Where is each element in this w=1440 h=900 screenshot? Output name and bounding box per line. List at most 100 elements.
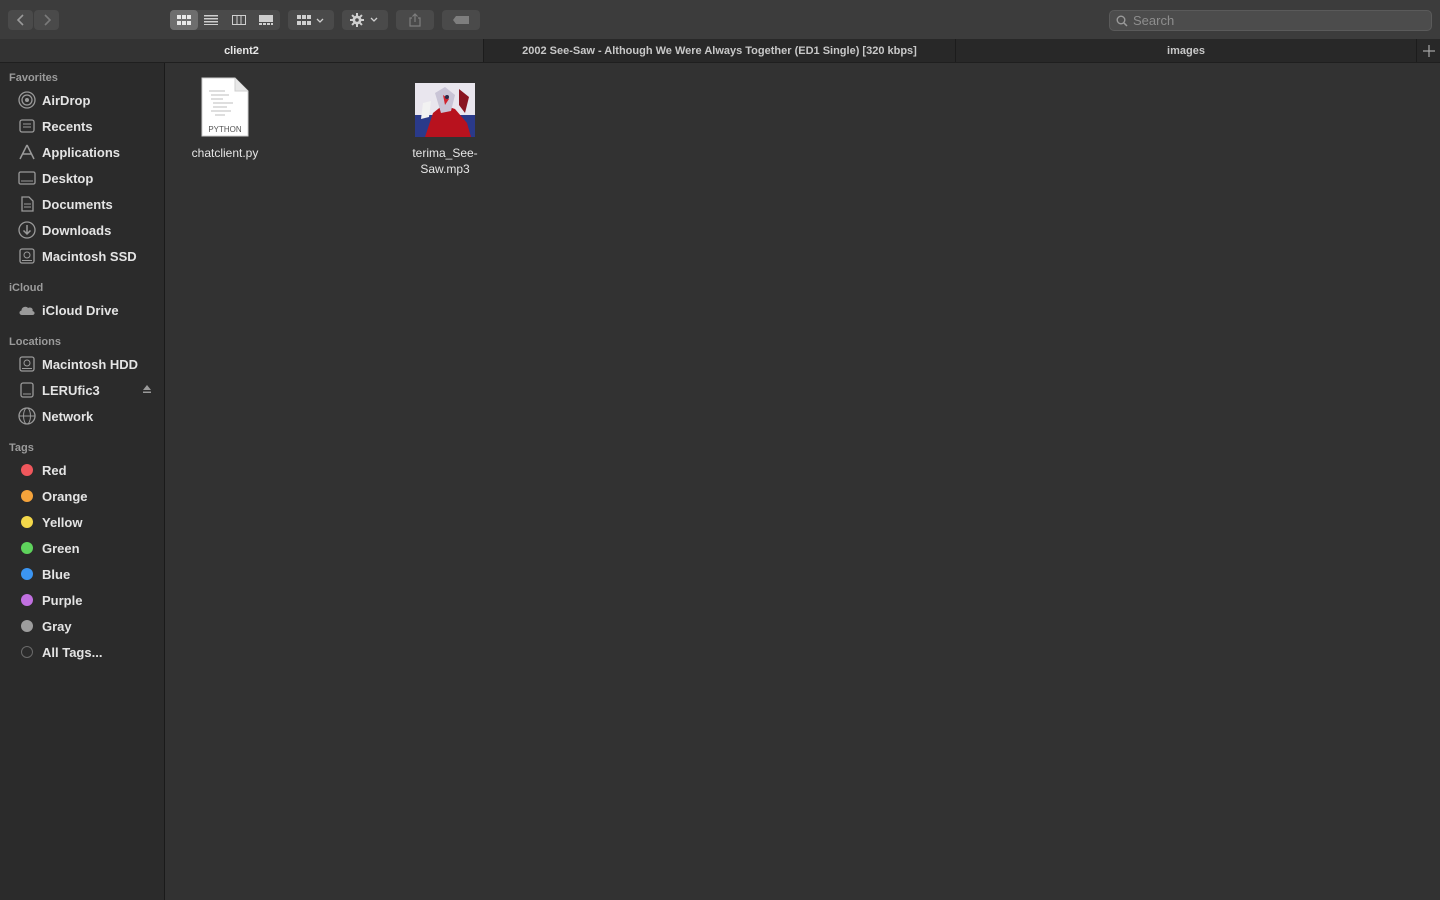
sidebar-tag-blue[interactable]: Blue [8, 562, 158, 586]
sidebar-item-label: Purple [42, 592, 83, 608]
file-type-badge: PYTHON [208, 125, 242, 134]
sidebar-item-label: Green [42, 540, 80, 556]
toolbar [0, 0, 1440, 39]
sidebar-tag-orange[interactable]: Orange [8, 484, 158, 508]
green-tag-dot-icon [21, 542, 33, 554]
sidebar-item-label: Orange [42, 488, 88, 504]
chevron-right-icon [43, 14, 51, 26]
sidebar-item-documents[interactable]: Documents [8, 192, 158, 216]
search-icon [1116, 15, 1128, 27]
sidebar-tag-purple[interactable]: Purple [8, 588, 158, 612]
file-name: terima_See-Saw.mp3 [412, 146, 478, 176]
plus-icon [1422, 44, 1435, 57]
list-icon [204, 15, 219, 25]
search-field[interactable] [1109, 10, 1432, 31]
locations-section-title: Locations [9, 336, 61, 348]
sidebar-item-downloads[interactable]: Downloads [8, 218, 158, 242]
list-view-button[interactable] [198, 10, 226, 30]
new-tab-button[interactable] [1416, 39, 1440, 62]
sidebar-item-label: Network [42, 408, 94, 424]
share-button[interactable] [396, 10, 434, 30]
sidebar-tag-gray[interactable]: Gray [8, 614, 158, 638]
columns-icon [231, 15, 246, 25]
tab-client2[interactable]: client2 [0, 39, 484, 62]
network-icon [17, 406, 37, 426]
tab-label: client2 [224, 44, 259, 57]
column-view-button[interactable] [225, 10, 253, 30]
sidebar-item-network[interactable]: Network [8, 404, 158, 428]
share-icon [409, 13, 421, 27]
sidebar-item-label: Recents [42, 118, 93, 134]
sidebar-item-icloud-drive[interactable]: iCloud Drive [8, 298, 158, 322]
eject-icon[interactable] [142, 384, 152, 394]
sidebar-tag-red[interactable]: Red [8, 458, 158, 482]
sidebar-item-label: Desktop [42, 170, 94, 186]
tab-label: images [1167, 44, 1205, 57]
sidebar-item-label: LERUfic3 [42, 382, 100, 398]
tags-section-title: Tags [9, 442, 34, 454]
sidebar-item-label: Yellow [42, 514, 83, 530]
yellow-tag-dot-icon [21, 516, 33, 528]
desktop-icon [17, 168, 37, 188]
back-button[interactable] [8, 10, 33, 30]
file-item[interactable]: PYTHON chatclient.py [166, 73, 284, 161]
search-input[interactable] [1133, 13, 1423, 28]
sidebar-item-label: Macintosh SSD [42, 248, 137, 264]
sidebar-item-airdrop[interactable]: AirDrop [8, 88, 158, 112]
sidebar-all-tags[interactable]: All Tags... [8, 640, 158, 664]
sidebar: Favorites AirDrop Recents Applications D… [0, 63, 165, 900]
gray-tag-dot-icon [21, 620, 33, 632]
file-name: chatclient.py [191, 146, 259, 160]
sidebar-item-label: AirDrop [42, 92, 91, 108]
downloads-icon [17, 220, 37, 240]
all-tags-icon [21, 646, 33, 658]
mp3-artwork-icon [415, 83, 475, 137]
airdrop-icon [17, 90, 37, 110]
sidebar-item-lerufic3[interactable]: LERUfic3 [8, 378, 158, 402]
file-item[interactable]: terima_See-Saw.mp3 [386, 73, 504, 177]
blue-tag-dot-icon [21, 568, 33, 580]
red-tag-dot-icon [21, 464, 33, 476]
tab-label: 2002 See-Saw - Although We Were Always T… [522, 44, 917, 57]
view-mode-group [170, 10, 280, 30]
forward-button[interactable] [34, 10, 59, 30]
external-drive-icon [17, 380, 37, 400]
sidebar-tag-yellow[interactable]: Yellow [8, 510, 158, 534]
sidebar-item-label: All Tags... [42, 644, 103, 660]
gear-icon [350, 13, 378, 27]
grid-icon [176, 15, 191, 25]
group-by-button[interactable] [288, 10, 334, 30]
tags-button[interactable] [442, 10, 480, 30]
favorites-section-title: Favorites [9, 72, 58, 84]
documents-icon [17, 194, 37, 214]
sidebar-item-desktop[interactable]: Desktop [8, 166, 158, 190]
gallery-icon [259, 15, 274, 25]
sidebar-item-label: Blue [42, 566, 71, 582]
gallery-view-button[interactable] [253, 10, 281, 30]
sidebar-item-recents[interactable]: Recents [8, 114, 158, 138]
sidebar-item-macintosh-hdd[interactable]: Macintosh HDD [8, 352, 158, 376]
sidebar-tag-green[interactable]: Green [8, 536, 158, 560]
sidebar-item-label: iCloud Drive [42, 302, 119, 318]
disk-icon [17, 354, 37, 374]
purple-tag-dot-icon [21, 594, 33, 606]
applications-icon [17, 142, 37, 162]
sidebar-item-label: Macintosh HDD [42, 356, 139, 372]
tab-see-saw-album[interactable]: 2002 See-Saw - Although We Were Always T… [484, 39, 956, 62]
chevron-left-icon [16, 14, 24, 26]
tab-images[interactable]: images [956, 39, 1416, 62]
tag-icon [453, 16, 469, 24]
tab-bar: client2 2002 See-Saw - Although We Were … [0, 39, 1440, 63]
python-file-icon: PYTHON [201, 77, 249, 137]
group-grid-icon [297, 15, 324, 25]
sidebar-item-macintosh-ssd[interactable]: Macintosh SSD [8, 244, 158, 268]
action-menu-button[interactable] [342, 10, 388, 30]
sidebar-item-label: Documents [42, 196, 113, 212]
sidebar-item-applications[interactable]: Applications [8, 140, 158, 164]
sidebar-item-label: Gray [42, 618, 72, 634]
sidebar-item-label: Downloads [42, 222, 112, 238]
disk-icon [17, 246, 37, 266]
file-browser-content: PYTHON chatclient.py terima_See-Saw.mp3 [166, 63, 1440, 900]
sidebar-item-label: Red [42, 462, 67, 478]
icon-view-button[interactable] [170, 10, 198, 30]
